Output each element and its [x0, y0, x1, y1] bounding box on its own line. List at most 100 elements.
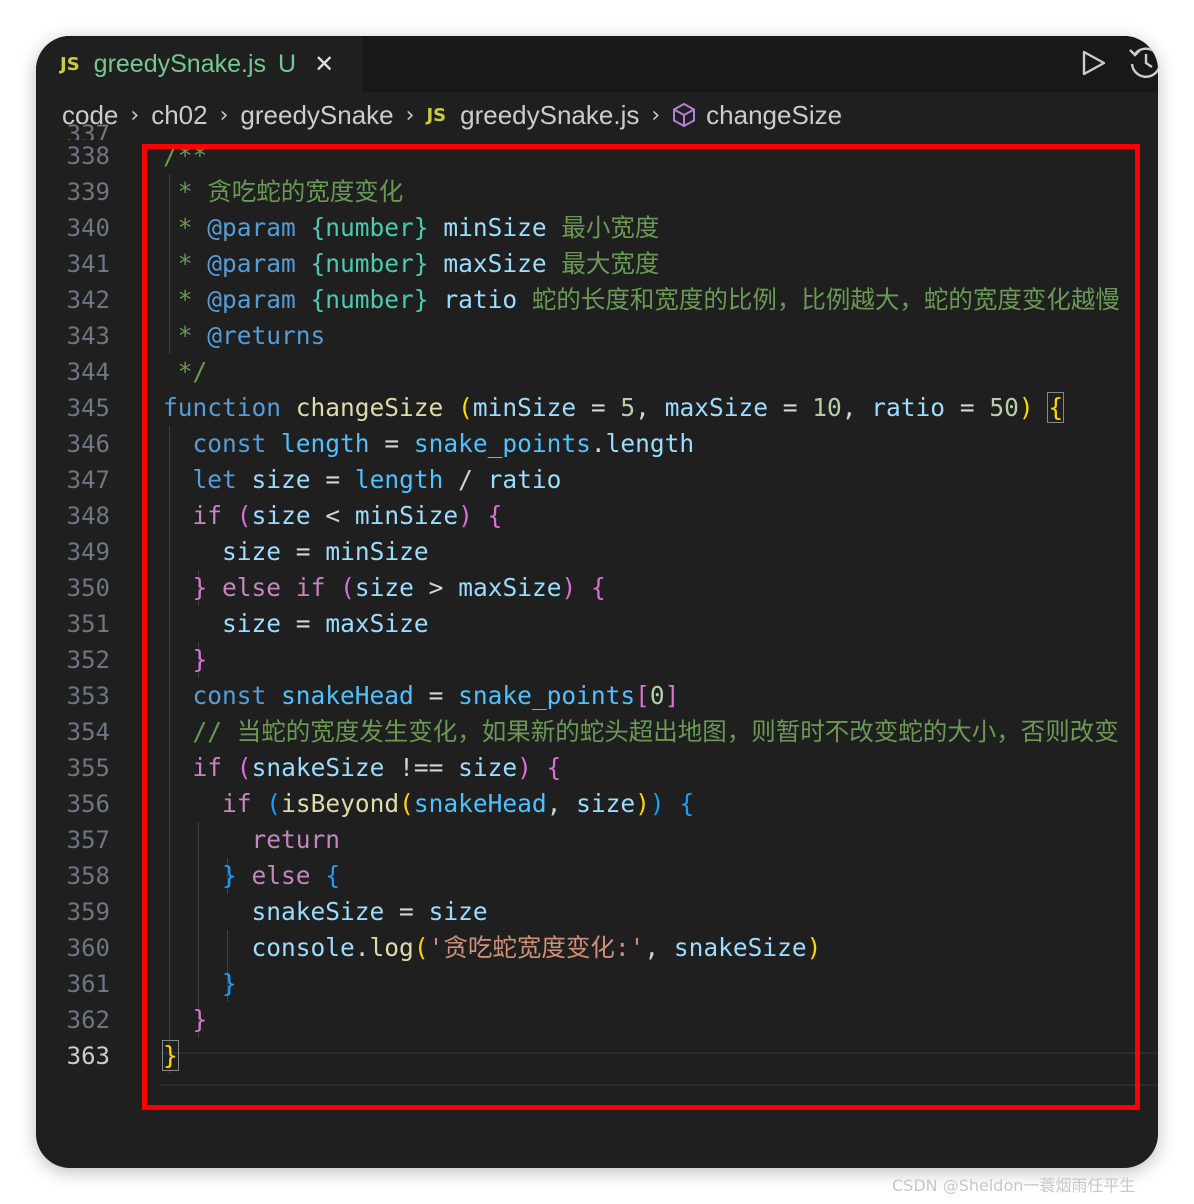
code-text: if (size < minSize) {	[192, 501, 503, 530]
code-text: snakeSize = size	[251, 897, 488, 926]
code-line: 354 // 当蛇的宽度发生变化，如果新的蛇头超出地图，则暂时不改变蛇的大小，否…	[36, 714, 1158, 750]
chevron-right-icon: ›	[219, 102, 229, 128]
code-text: return	[251, 825, 341, 854]
line-number: 339	[66, 178, 110, 206]
line-number: 347	[66, 466, 110, 494]
code-text: function changeSize (minSize = 5, maxSiz…	[163, 392, 1065, 423]
code-text: if (isBeyond(snakeHead, size)) {	[222, 789, 695, 818]
line-number: 360	[66, 934, 110, 962]
line-number: 343	[66, 322, 110, 350]
line-number: 353	[66, 682, 110, 710]
code-line: 349 size = minSize	[36, 534, 1158, 570]
breadcrumb: code › ch02 › greedySnake › JS greedySna…	[36, 92, 1158, 138]
code-line: 358 } else {	[36, 858, 1158, 894]
code-text: let size = length / ratio	[192, 465, 562, 494]
breadcrumb-item-symbol[interactable]: changeSize	[706, 100, 842, 131]
tab-git-status: U	[278, 49, 297, 78]
code-text: }	[222, 969, 237, 998]
code-text: * @param {number} maxSize 最大宽度	[163, 249, 660, 278]
code-text: } else if (size > maxSize) {	[192, 573, 606, 602]
line-number-active: 363	[66, 1042, 110, 1070]
line-number: 355	[66, 754, 110, 782]
code-text: /**	[163, 141, 208, 170]
line-number: 351	[66, 610, 110, 638]
code-line: 363 }	[36, 1038, 1158, 1074]
code-line: 340 * @param {number} minSize 最小宽度	[36, 210, 1158, 246]
line-number: 349	[66, 538, 110, 566]
line-number: 361	[66, 970, 110, 998]
js-file-icon: JS	[426, 104, 447, 126]
code-text: // 当蛇的宽度发生变化，如果新的蛇头超出地图，则暂时不改变蛇的大小，否则改变	[192, 717, 1119, 746]
code-line: 359 snakeSize = size	[36, 894, 1158, 930]
breadcrumb-item-file[interactable]: greedySnake.js	[460, 100, 639, 131]
cube-icon	[672, 102, 696, 128]
code-line: 362 }	[36, 1002, 1158, 1038]
code-text: */	[163, 357, 208, 386]
js-file-icon: JS	[60, 53, 80, 75]
code-line: 348 if (size < minSize) {	[36, 498, 1158, 534]
timeline-icon[interactable]	[1126, 42, 1158, 82]
code-line: 360 console.log('贪吃蛇宽度变化:', snakeSize)	[36, 930, 1158, 966]
code-text: const snakeHead = snake_points[0]	[192, 681, 680, 710]
tab-filename: greedySnake.js	[93, 49, 266, 78]
chevron-right-icon: ›	[405, 102, 415, 128]
code-text: } else {	[222, 861, 341, 890]
code-line: 361 }	[36, 966, 1158, 1002]
code-line: 345 function changeSize (minSize = 5, ma…	[36, 390, 1158, 426]
code-text: * 贪吃蛇的宽度变化	[163, 177, 404, 206]
code-text: size = maxSize	[222, 609, 429, 638]
line-number: 354	[66, 718, 110, 746]
code-line: 346 const length = snake_points.length	[36, 426, 1158, 462]
line-number: 346	[66, 430, 110, 458]
code-line: 339 * 贪吃蛇的宽度变化	[36, 174, 1158, 210]
code-text: size = minSize	[222, 537, 429, 566]
code-line: 351 size = maxSize	[36, 606, 1158, 642]
line-number: 352	[66, 646, 110, 674]
code-line: 343 * @returns	[36, 318, 1158, 354]
code-line: 342 * @param {number} ratio 蛇的长度和宽度的比例，比…	[36, 282, 1158, 318]
tab-greedysnake[interactable]: JS greedySnake.js U ✕	[36, 36, 362, 92]
code-text: }	[192, 645, 208, 674]
code-line: 344 */	[36, 354, 1158, 390]
breadcrumb-item-greedysnake-folder[interactable]: greedySnake	[240, 100, 393, 131]
code-line: 357 return	[36, 822, 1158, 858]
line-number: 356	[66, 790, 110, 818]
watermark: CSDN @Sheldon一蓑烟雨任平生	[892, 1176, 1136, 1195]
code-text: * @param {number} ratio 蛇的长度和宽度的比例，比例越大，…	[163, 285, 1120, 314]
code-text: console.log('贪吃蛇宽度变化:', snakeSize)	[251, 933, 822, 962]
editor-window: JS greedySnake.js U ✕ code › ch02 › gree…	[36, 36, 1158, 1168]
code-line: 350 } else if (size > maxSize) {	[36, 570, 1158, 606]
line-number: 357	[66, 826, 110, 854]
code-text: * @param {number} minSize 最小宽度	[163, 213, 660, 242]
line-number: 342	[66, 286, 110, 314]
code-text: const length = snake_points.length	[192, 429, 695, 458]
code-text: if (snakeSize !== size) {	[192, 753, 562, 782]
code-text: }	[162, 1040, 179, 1071]
line-number: 341	[66, 250, 110, 278]
code-text: }	[192, 1005, 208, 1034]
run-icon[interactable]	[1076, 44, 1110, 82]
code-line: 338 /**	[36, 138, 1158, 174]
line-number: 359	[66, 898, 110, 926]
code-line: 352 }	[36, 642, 1158, 678]
line-number: 362	[66, 1006, 110, 1034]
code-line: 356 if (isBeyond(snakeHead, size)) {	[36, 786, 1158, 822]
code-line: 347 let size = length / ratio	[36, 462, 1158, 498]
close-icon[interactable]: ✕	[314, 50, 334, 78]
line-number: 340	[66, 214, 110, 242]
code-text: * @returns	[163, 321, 326, 350]
breadcrumb-item-ch02[interactable]: ch02	[151, 100, 207, 131]
chevron-right-icon: ›	[651, 102, 661, 128]
line-number: 348	[66, 502, 110, 530]
code-line: 341 * @param {number} maxSize 最大宽度	[36, 246, 1158, 282]
line-number: 345	[66, 394, 110, 422]
code-line: 355 if (snakeSize !== size) {	[36, 750, 1158, 786]
code-editor[interactable]: 337 338 /** 339 * 贪吃蛇的宽度变化 340 * @param …	[36, 124, 1158, 1138]
line-number: 358	[66, 862, 110, 890]
line-number: 338	[66, 142, 110, 170]
tab-bar: JS greedySnake.js U ✕	[36, 36, 1158, 92]
code-line: 353 const snakeHead = snake_points[0]	[36, 678, 1158, 714]
line-number: 344	[66, 358, 110, 386]
line-number: 350	[66, 574, 110, 602]
chevron-right-icon: ›	[130, 102, 140, 128]
